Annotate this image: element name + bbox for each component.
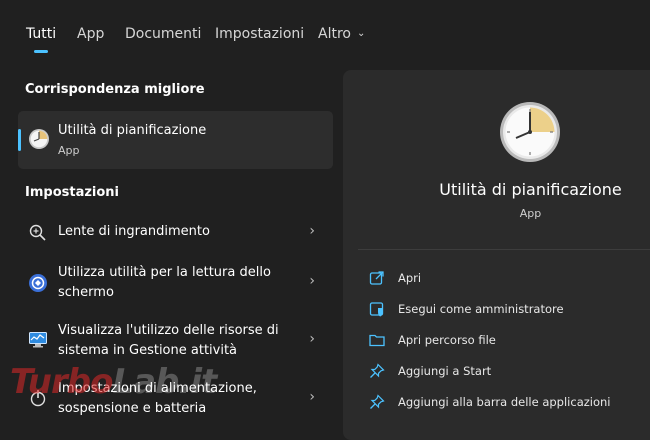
tab-documents[interactable]: Documenti: [125, 26, 201, 42]
folder-icon: [369, 334, 385, 347]
clock-icon: [29, 129, 49, 149]
shield-icon: [369, 302, 384, 317]
watermark-logo: TurboLab.it: [10, 362, 217, 402]
best-match-type: App: [58, 144, 80, 157]
setting-item-task-manager[interactable]: Visualizza l'utilizzo delle risorse di s…: [18, 318, 333, 366]
setting-label: Lente di ingrandimento: [58, 224, 210, 239]
chevron-right-icon: ›: [309, 389, 315, 405]
pin-icon: [370, 394, 385, 409]
narrator-icon: [29, 274, 47, 292]
open-icon: [369, 271, 384, 285]
tab-apps[interactable]: App: [77, 26, 104, 42]
action-label: Aggiungi alla barra delle applicazioni: [398, 395, 611, 409]
setting-item-narrator[interactable]: Utilizza utilità per la lettura dello sc…: [18, 260, 333, 308]
setting-label-line1: Utilizza utilità per la lettura dello: [58, 265, 271, 280]
tab-settings[interactable]: Impostazioni: [215, 26, 304, 42]
chevron-right-icon: ›: [309, 223, 315, 239]
tab-more[interactable]: Altro ⌄: [318, 26, 365, 42]
setting-label-line1: Visualizza l'utilizzo delle risorse di: [58, 323, 279, 338]
action-label: Apri percorso file: [398, 333, 496, 347]
pin-icon: [370, 363, 385, 378]
setting-label-line2: sospensione e batteria: [58, 401, 207, 416]
detail-panel: [343, 70, 650, 440]
magnifier-icon: [29, 224, 46, 241]
tab-more-label: Altro: [318, 26, 351, 42]
action-label: Apri: [398, 271, 422, 285]
best-match-item[interactable]: Utilità di pianificazione App: [18, 111, 333, 169]
active-tab-indicator: [34, 50, 48, 53]
chevron-right-icon: ›: [309, 331, 315, 347]
setting-label-line2: sistema in Gestione attività: [58, 343, 238, 358]
tab-all[interactable]: Tutti: [26, 26, 56, 42]
selection-indicator: [18, 129, 21, 151]
best-match-name: Utilità di pianificazione: [58, 123, 207, 138]
chevron-right-icon: ›: [309, 273, 315, 289]
clock-icon: [500, 102, 560, 162]
action-label: Aggiungi a Start: [398, 364, 492, 378]
setting-item-magnifier[interactable]: Lente di ingrandimento ›: [18, 216, 333, 250]
chevron-down-icon: ⌄: [356, 28, 366, 39]
divider: [358, 249, 650, 250]
monitor-icon: [29, 332, 47, 348]
action-label: Esegui come amministratore: [398, 302, 564, 316]
detail-title: Utilità di pianificazione: [439, 180, 622, 199]
best-match-heading: Corrispondenza migliore: [25, 82, 205, 97]
detail-subtitle: App: [519, 207, 542, 220]
settings-heading: Impostazioni: [25, 185, 120, 200]
setting-label-line2: schermo: [58, 285, 114, 300]
